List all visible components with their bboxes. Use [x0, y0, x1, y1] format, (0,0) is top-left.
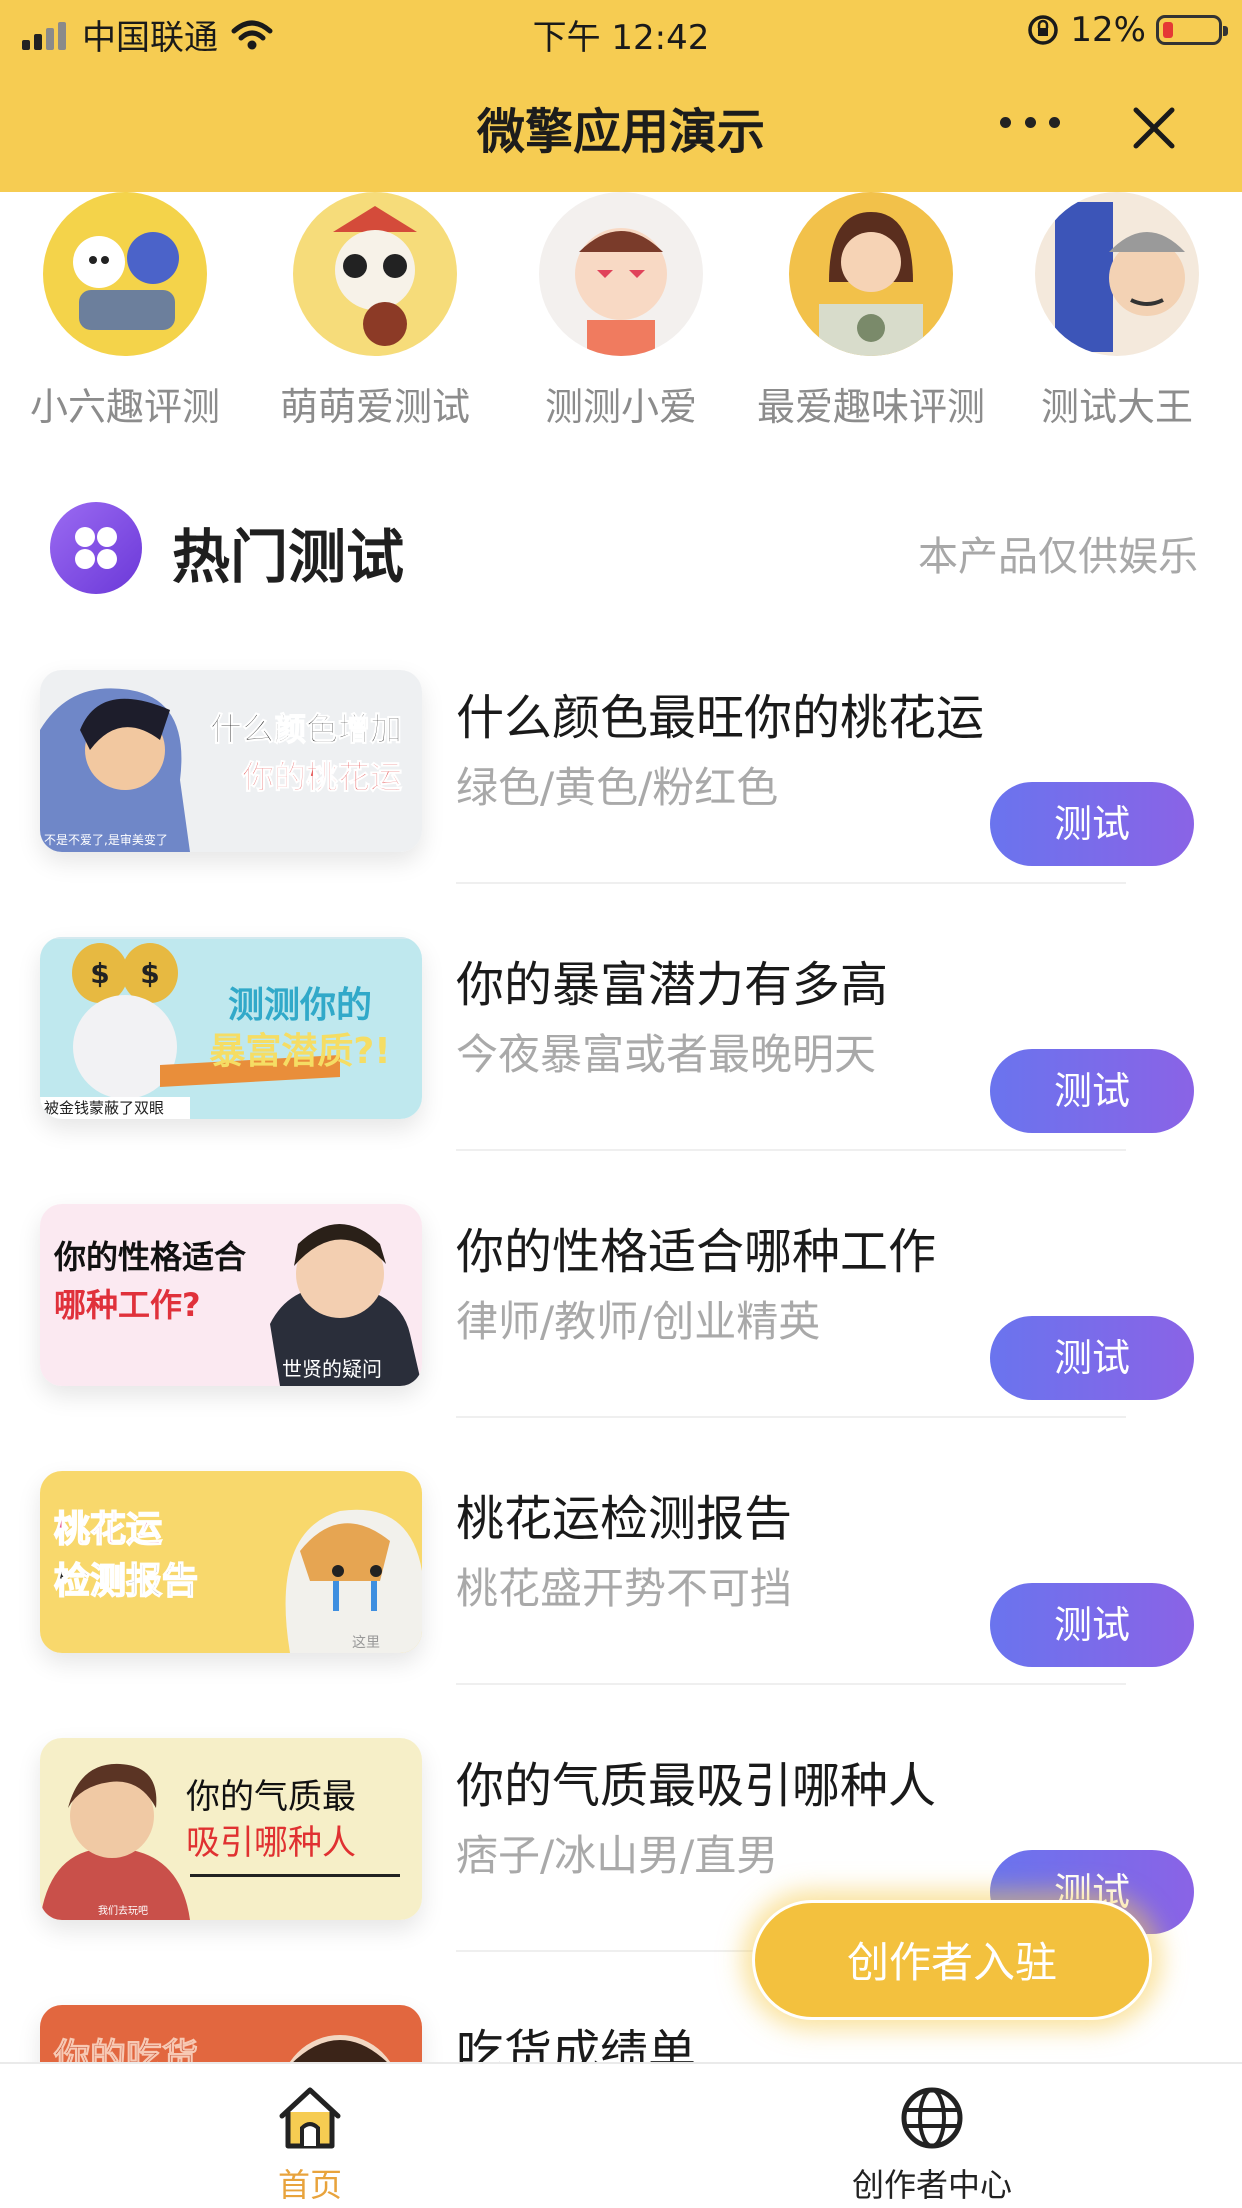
thumb-line1: 什么颜色增加 [210, 710, 402, 748]
tab-creator-center-label: 创作者中心 [851, 2166, 1012, 2204]
test-title: 你的暴富潜力有多高 [456, 957, 889, 1013]
status-bar: 中国联通 下午 12:42 12% [0, 0, 1242, 62]
creator-list: 小六趣评测 萌萌爱测试 测测小爱 最爱趣味评测 测试大王 [0, 192, 1242, 452]
test-title: 桃花运检测报告 [456, 1491, 793, 1547]
thumb-line2: 哪种工作? [54, 1286, 201, 1324]
creator-item[interactable]: 测试大王 [992, 192, 1242, 431]
creator-avatar [1035, 192, 1199, 356]
app-screen: 中国联通 下午 12:42 12% 微擎应用演示 小六趣评测 萌萌爱测试 测测小… [0, 0, 1242, 2208]
disclaimer-note: 本产品仅供娱乐 [918, 534, 1198, 580]
creator-avatar [789, 192, 953, 356]
creator-item[interactable]: 测测小爱 [496, 192, 746, 431]
battery-percent: 12% [1070, 10, 1146, 50]
thumb-line2: 你的桃花运 [241, 758, 402, 796]
section-title: 热门测试 [172, 523, 405, 591]
thumb-line2: 暴富潜质?! [209, 1030, 390, 1072]
test-button[interactable]: 测试 [990, 782, 1194, 866]
test-thumbnail[interactable]: 桃花运 检测报告 这里 [40, 1471, 422, 1653]
creator-join-button[interactable]: 创作者入驻 [752, 1900, 1152, 2020]
creator-name: 小六趣评测 [29, 385, 220, 429]
test-item[interactable]: 你的性格适合 哪种工作? 世贤的疑问 你的性格适合哪种工作 律师/教师/创业精英… [0, 1202, 1242, 1469]
creator-name: 测测小爱 [544, 385, 697, 429]
test-thumbnail[interactable]: 你的气质最 吸引哪种人 我们去玩吧 [40, 1738, 422, 1920]
thumb-line1: 测测你的 [228, 985, 372, 1026]
item-divider [456, 1416, 1126, 1418]
creator-item[interactable]: 萌萌爱测试 [250, 192, 500, 431]
thumb-line2: 检测报告 [54, 1561, 198, 1602]
thumb-caption: 被金钱蒙蔽了双眼 [44, 1099, 164, 1117]
test-item[interactable]: $ $ 测测你的 暴富潜质?! 被金钱蒙蔽了双眼 你的暴富潜力有多高 今夜暴富或… [0, 935, 1242, 1202]
item-divider [456, 1149, 1126, 1151]
test-title: 什么颜色最旺你的桃花运 [456, 690, 985, 746]
tab-home-label: 首页 [277, 2166, 342, 2204]
thumb-caption: 这里 [352, 1634, 380, 1651]
test-button[interactable]: 测试 [990, 1583, 1194, 1667]
test-subtitle: 律师/教师/创业精英 [456, 1297, 821, 1346]
hot-tests-header: 热门测试 本产品仅供娱乐 [0, 490, 1242, 600]
creator-item[interactable]: 最爱趣味评测 [746, 192, 996, 431]
test-subtitle: 今夜暴富或者最晚明天 [456, 1030, 877, 1079]
item-divider [456, 882, 1126, 884]
test-button[interactable]: 测试 [990, 1316, 1194, 1400]
test-item[interactable]: 桃花运 检测报告 这里 桃花运检测报告 桃花盛开势不可挡 测试 [0, 1469, 1242, 1736]
creator-name: 萌萌爱测试 [279, 385, 470, 429]
creator-avatar [293, 192, 457, 356]
thumb-caption: 世贤的疑问 [282, 1357, 382, 1381]
thumb-line1: 你的性格适合 [53, 1238, 246, 1276]
thumb-line1: 你的气质最 [186, 1777, 356, 1817]
test-thumbnail[interactable]: 你的性格适合 哪种工作? 世贤的疑问 [40, 1204, 422, 1386]
svg-text:$: $ [140, 957, 159, 990]
clover-icon [50, 502, 142, 594]
tab-creator-center[interactable]: 创作者中心 [772, 2064, 1092, 2208]
test-subtitle: 痞子/冰山男/直男 [456, 1831, 779, 1880]
thumb-line1: 桃花运 [54, 1509, 162, 1550]
more-dots-icon[interactable] [990, 92, 1070, 152]
test-title: 你的气质最吸引哪种人 [456, 1758, 937, 1814]
navigation-bar: 微擎应用演示 [0, 62, 1242, 192]
test-subtitle: 绿色/黄色/粉红色 [456, 763, 779, 812]
creator-avatar [539, 192, 703, 356]
tab-bar: 首页 创作者中心 [0, 2062, 1242, 2208]
creator-name: 测试大王 [1040, 385, 1193, 429]
thumb-line2: 吸引哪种人 [186, 1823, 356, 1863]
creator-avatar [43, 192, 207, 356]
thumb-caption: 不是不爱了,是审美变了 [44, 832, 168, 847]
tab-home[interactable]: 首页 [150, 2064, 470, 2208]
creator-item[interactable]: 小六趣评测 [0, 192, 250, 431]
item-divider [456, 1683, 1126, 1685]
globe-icon [901, 2087, 963, 2149]
creator-name: 最爱趣味评测 [756, 385, 985, 429]
orientation-lock-icon [1028, 15, 1059, 45]
close-icon[interactable] [1130, 104, 1178, 152]
home-icon [279, 2087, 341, 2149]
test-button[interactable]: 测试 [990, 1049, 1194, 1133]
svg-text:$: $ [90, 957, 109, 990]
status-right: 12% [1026, 10, 1228, 50]
test-thumbnail[interactable]: 什么颜色增加 你的桃花运 不是不爱了,是审美变了 [40, 670, 422, 852]
test-subtitle: 桃花盛开势不可挡 [456, 1564, 793, 1613]
battery-icon [1156, 15, 1228, 45]
test-thumbnail[interactable]: $ $ 测测你的 暴富潜质?! 被金钱蒙蔽了双眼 [40, 937, 422, 1119]
thumb-caption: 我们去玩吧 [98, 1904, 148, 1917]
test-item[interactable]: 什么颜色增加 你的桃花运 不是不爱了,是审美变了 什么颜色最旺你的桃花运 绿色/… [0, 668, 1242, 935]
test-title: 你的性格适合哪种工作 [456, 1224, 937, 1280]
